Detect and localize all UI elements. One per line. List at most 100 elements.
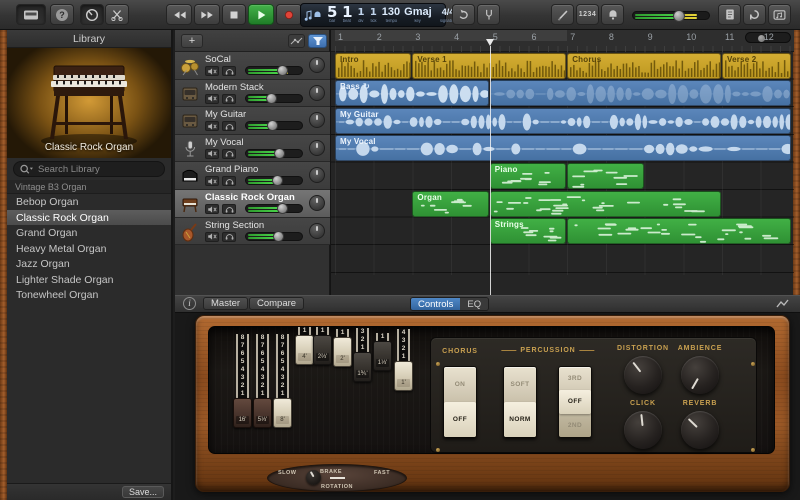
smart-controls-button[interactable] xyxy=(80,4,104,25)
chorus-switch-option-off[interactable]: OFF xyxy=(444,402,476,437)
drawbar-2[interactable]: 12⅔' xyxy=(313,330,332,428)
track-volume-slider[interactable] xyxy=(245,66,303,75)
percussion-mode-switch-option-norm[interactable]: NORM xyxy=(504,402,536,437)
forward-button[interactable] xyxy=(194,4,220,25)
drawbar-5[interactable]: 876543215⅓' xyxy=(253,330,272,428)
reverb-knob[interactable] xyxy=(681,411,719,449)
solo-button[interactable] xyxy=(222,121,236,131)
drawbar-handle[interactable]: 5⅓' xyxy=(253,398,272,428)
notepad-button[interactable] xyxy=(718,4,741,25)
count-in-button[interactable]: 1234 xyxy=(576,4,599,25)
rotation-option-brake[interactable]: BRAKE xyxy=(320,469,342,475)
pan-knob[interactable] xyxy=(309,57,325,73)
ambience-knob[interactable] xyxy=(681,356,719,394)
loop-browser-button[interactable] xyxy=(743,4,766,25)
track-volume-slider[interactable] xyxy=(245,232,303,241)
catch-playhead-button[interactable] xyxy=(308,34,327,48)
track-row-classic-rock-organ[interactable]: Classic Rock Organ xyxy=(175,190,330,218)
distortion-knob[interactable] xyxy=(624,356,662,394)
region-organ[interactable]: Organ xyxy=(412,191,488,217)
track-volume-slider[interactable] xyxy=(245,94,303,103)
track-volume-slider[interactable] xyxy=(245,149,303,158)
timeline-ruler[interactable]: 123456789101112 xyxy=(331,30,794,52)
record-button[interactable] xyxy=(276,4,302,25)
percussion-harmonic-switch-option-2nd[interactable]: 2ND xyxy=(559,414,591,437)
region-my-vocal[interactable]: My Vocal xyxy=(335,135,791,161)
master-volume-knob[interactable] xyxy=(673,10,685,22)
region-strings[interactable]: Strings xyxy=(490,218,566,244)
pan-knob[interactable] xyxy=(309,167,325,183)
solo-button[interactable] xyxy=(222,149,236,159)
rotation-option-slow[interactable]: SLOW xyxy=(278,470,297,476)
drawbar-handle[interactable]: 1' xyxy=(394,361,413,391)
track-row-modern-stack[interactable]: Modern Stack xyxy=(175,80,330,108)
tuner-button[interactable] xyxy=(477,4,500,25)
editors-button[interactable] xyxy=(105,4,129,25)
solo-button[interactable] xyxy=(222,204,236,214)
volume-knob[interactable] xyxy=(277,203,288,214)
lcd-tempo-field[interactable]: 130tempo xyxy=(380,4,402,26)
library-item-lighter-shade-organ[interactable]: Lighter Shade Organ xyxy=(7,272,171,288)
region-bass-1[interactable] xyxy=(490,80,791,106)
mute-button[interactable] xyxy=(205,121,219,131)
pan-knob[interactable] xyxy=(309,112,325,128)
region-intro[interactable]: Intro xyxy=(335,53,411,79)
tab-eq[interactable]: EQ xyxy=(460,298,488,310)
percussion-mode-switch[interactable]: SOFTNORM xyxy=(503,366,537,438)
mute-button[interactable] xyxy=(205,94,219,104)
drawbar-16[interactable]: 8765432116' xyxy=(233,330,252,428)
region-bass[interactable]: Bass↻ xyxy=(335,80,489,106)
drawbar-handle[interactable]: 1⅓' xyxy=(373,341,392,371)
library-item-grand-organ[interactable]: Grand Organ xyxy=(7,225,171,241)
region-piano[interactable]: Piano xyxy=(490,163,566,189)
track-row-my-guitar[interactable]: My Guitar xyxy=(175,107,330,135)
mute-button[interactable] xyxy=(205,149,219,159)
library-category[interactable]: Vintage B3 Organ xyxy=(7,180,171,194)
panel-resize-button[interactable] xyxy=(775,298,792,310)
save-button[interactable]: Save... xyxy=(122,486,164,498)
library-item-classic-rock-organ[interactable]: Classic Rock Organ xyxy=(7,210,171,226)
solo-button[interactable] xyxy=(222,66,236,76)
quick-help-button[interactable]: ? xyxy=(50,4,74,25)
master-volume-slider[interactable] xyxy=(632,11,710,20)
library-item-jazz-organ[interactable]: Jazz Organ xyxy=(7,256,171,272)
percussion-mode-switch-option-soft[interactable]: SOFT xyxy=(504,367,536,402)
drawbar-handle[interactable]: 8' xyxy=(273,398,292,428)
track-volume-slider[interactable] xyxy=(245,121,303,130)
region-midi-1[interactable] xyxy=(490,191,721,217)
media-browser-button[interactable] xyxy=(768,4,791,25)
volume-knob[interactable] xyxy=(274,148,285,159)
percussion-harmonic-switch[interactable]: 3RDOFF2ND xyxy=(558,366,592,438)
track-volume-slider[interactable] xyxy=(245,204,303,213)
lcd-bar-field[interactable]: 5bar xyxy=(325,4,339,26)
library-item-tonewheel-organ[interactable]: Tonewheel Organ xyxy=(7,287,171,303)
lcd-tick-field[interactable]: 1tick xyxy=(367,4,380,26)
drawbar-1[interactable]: 43211' xyxy=(394,330,413,428)
playhead-handle[interactable] xyxy=(486,39,494,46)
pan-knob[interactable] xyxy=(309,85,325,101)
drawbar-handle[interactable]: 16' xyxy=(233,398,252,428)
region-my-guitar[interactable]: My Guitar xyxy=(335,108,791,134)
percussion-harmonic-switch-option-off[interactable]: OFF xyxy=(559,390,591,413)
chorus-switch[interactable]: ONOFF xyxy=(443,366,477,438)
mute-button[interactable] xyxy=(205,204,219,214)
volume-knob[interactable] xyxy=(272,175,283,186)
rotation-knob[interactable] xyxy=(306,470,321,485)
rotation-option-fast[interactable]: FAST xyxy=(374,470,390,476)
region-midi-1[interactable] xyxy=(567,163,643,189)
pan-knob[interactable] xyxy=(309,223,325,239)
volume-knob[interactable] xyxy=(273,231,284,242)
click-knob[interactable] xyxy=(624,411,662,449)
track-row-socal[interactable]: SoCal xyxy=(175,52,330,80)
search-input[interactable]: Search Library xyxy=(13,161,165,177)
drawbar-2[interactable]: 12' xyxy=(333,330,352,428)
lcd-beat-field[interactable]: 1beat xyxy=(339,4,355,26)
join-button[interactable] xyxy=(551,4,574,25)
volume-knob[interactable] xyxy=(277,65,288,76)
drawbar-1[interactable]: 11⅓' xyxy=(373,330,392,428)
library-button[interactable] xyxy=(16,4,46,25)
track-row-string-section[interactable]: String Section xyxy=(175,218,330,246)
cycle-button[interactable] xyxy=(452,4,475,25)
master-button[interactable]: Master xyxy=(203,297,248,310)
library-item-bebop-organ[interactable]: Bebop Organ xyxy=(7,194,171,210)
